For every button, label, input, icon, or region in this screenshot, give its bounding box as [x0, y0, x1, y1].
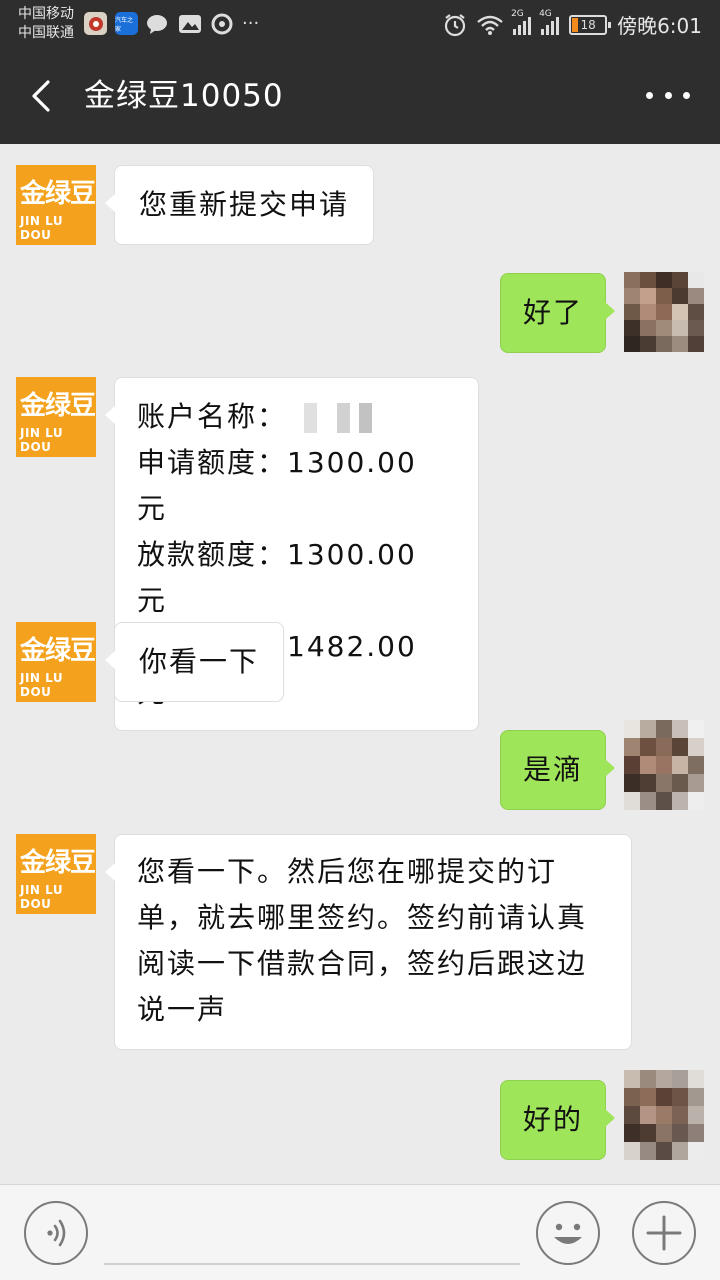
brand-logo-text: 金绿豆 [20, 391, 96, 421]
message-text: 您重新提交申请 [139, 188, 350, 221]
input-bar [0, 1184, 720, 1280]
network-type-1: 2G [511, 8, 524, 19]
signal-icon-2: 4G [539, 9, 560, 35]
chat-header: 金绿豆10050 [0, 48, 720, 144]
notification-icons: 汽车之家 ··· [84, 12, 259, 35]
message-text: 好了 [522, 296, 583, 329]
brand-logo-subtext: JIN LU DOU [20, 214, 64, 242]
incoming-message[interactable]: 你看一下 [104, 622, 285, 702]
carrier-1: 中国移动 [18, 6, 74, 22]
disbursed-amount: 放款额度：1300.00 元 [137, 538, 417, 617]
message-line: 阅读一下借款合同，签约后跟这边 [137, 947, 588, 980]
account-name-row: 账户名称： [137, 394, 456, 440]
brand-logo-text: 金绿豆 [20, 179, 96, 209]
voice-icon[interactable] [24, 1201, 88, 1265]
brand-logo-subtext: JIN LU DOU [20, 426, 64, 454]
my-avatar[interactable] [624, 720, 704, 810]
message-text: 好的 [522, 1103, 583, 1136]
wechat-icon [147, 14, 167, 34]
message-line: 您看一下。然后您在哪提交的订 [137, 855, 558, 888]
signal-icon-1: 2G [511, 9, 532, 35]
smiley-icon[interactable] [536, 1201, 600, 1265]
brand-logo-subtext: JIN LU DOU [20, 671, 64, 699]
incoming-message[interactable]: 您看一下。然后您在哪提交的订 单，就去哪里签约。签约前请认真 阅读一下借款合同，… [105, 834, 632, 1050]
network-type-2: 4G [539, 8, 552, 19]
outgoing-message[interactable]: 是滴 [499, 730, 616, 810]
applied-amount: 申请额度：1300.00 元 [137, 446, 417, 525]
autohome-icon-text: 汽车之家 [115, 16, 134, 33]
gallery-icon [179, 14, 201, 33]
alarm-icon [444, 13, 466, 36]
chevron-left-icon[interactable] [24, 78, 60, 114]
message-input[interactable] [104, 1263, 520, 1265]
redacted-name [295, 403, 406, 433]
account-name-label: 账户名称： [137, 400, 288, 433]
chat-title: 金绿豆10050 [84, 78, 284, 114]
more-notifications: ··· [242, 12, 260, 34]
clock: 傍晚6:01 [617, 14, 702, 38]
outgoing-message[interactable]: 好的 [499, 1080, 616, 1160]
brand-logo-subtext: JIN LU DOU [20, 883, 64, 911]
status-bar: 中国移动 中国联通 汽车之家 ··· 2G 4G 18 傍晚6:01 [0, 0, 720, 48]
sender-avatar[interactable]: 金绿豆 JIN LU DOU [16, 165, 96, 245]
outgoing-message[interactable]: 好了 [499, 273, 616, 353]
battery-level: 18 [580, 17, 596, 32]
message-line: 单，就去哪里签约。签约前请认真 [137, 901, 588, 934]
more-dots-icon[interactable] [646, 88, 690, 102]
brand-logo-text: 金绿豆 [20, 636, 96, 666]
carrier-labels: 中国移动 中国联通 [18, 5, 74, 43]
message-list[interactable]: 金绿豆 JIN LU DOU 您重新提交申请 好了 金绿豆 JIN LU DOU… [0, 144, 720, 1184]
uc-browser-icon [211, 13, 233, 34]
carrier-2: 中国联通 [18, 25, 74, 41]
message-line: 说一声 [137, 993, 228, 1026]
incoming-message[interactable]: 您重新提交申请 [104, 165, 375, 245]
brand-logo-text: 金绿豆 [20, 848, 96, 878]
my-avatar[interactable] [624, 1070, 704, 1160]
status-right: 2G 4G 18 傍晚6:01 [443, 9, 702, 39]
battery-icon: 18 [569, 14, 612, 35]
message-text: 是滴 [522, 753, 583, 786]
autohome-icon: 汽车之家 [115, 12, 138, 35]
app-notification-icon [84, 12, 107, 35]
sender-avatar[interactable]: 金绿豆 JIN LU DOU [16, 377, 96, 457]
sender-avatar[interactable]: 金绿豆 JIN LU DOU [16, 834, 96, 914]
wifi-icon [477, 15, 503, 35]
plus-icon[interactable] [632, 1201, 696, 1265]
message-text: 你看一下 [139, 645, 260, 678]
sender-avatar[interactable]: 金绿豆 JIN LU DOU [16, 622, 96, 702]
my-avatar[interactable] [624, 272, 704, 352]
